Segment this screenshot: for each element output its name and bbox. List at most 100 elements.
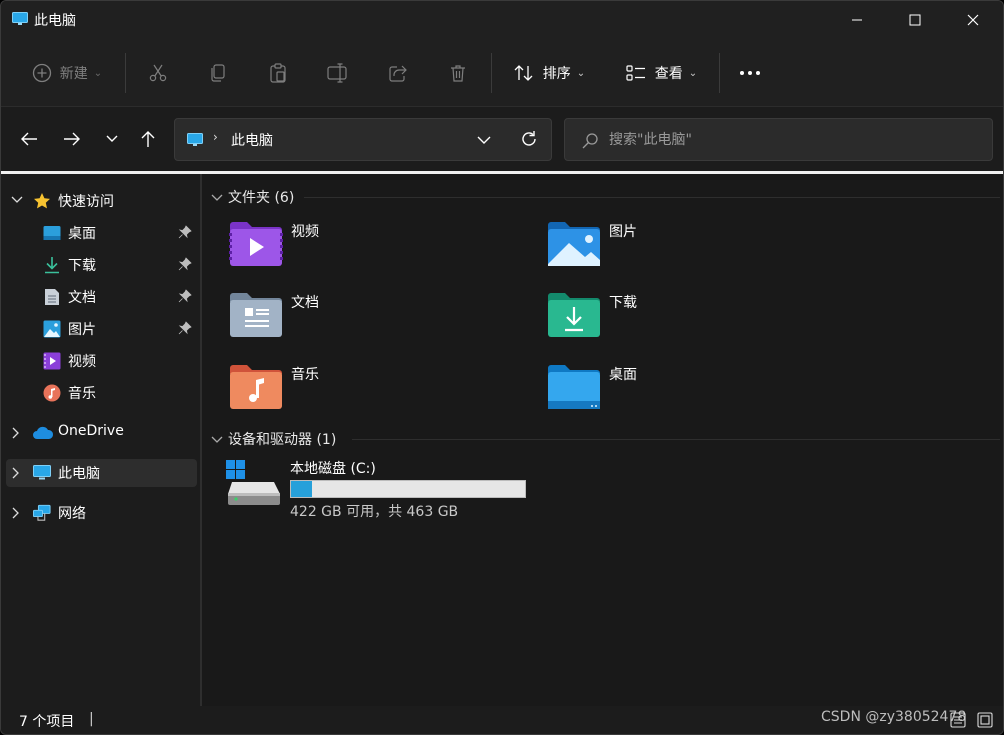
sidebar-item-label: 图片 [68,322,96,338]
this-pc-icon [12,12,28,25]
drive-name: 本地磁盘 (C:) [290,461,376,477]
network-icon [33,504,51,522]
this-pc-icon [33,464,51,482]
arrow-left-icon [21,132,37,146]
sidebar-item-videos[interactable]: 视频 [6,347,197,375]
folder-tile-pictures[interactable]: 图片 [547,221,847,279]
folder-name: 桌面 [609,367,637,383]
view-label: 查看 [654,66,683,82]
pin-icon[interactable] [178,257,192,271]
sort-button[interactable]: 排序 ⌄ [507,52,591,94]
up-button[interactable] [134,125,162,153]
arrow-right-icon [64,132,80,146]
sidebar-item-label: 桌面 [68,226,96,242]
sidebar-item-desktop[interactable]: 桌面 [6,219,197,247]
forward-button[interactable] [58,125,86,153]
details-view-button[interactable] [949,711,967,729]
videos-icon [43,352,61,370]
folder-tile-documents[interactable]: 文档 [229,292,529,350]
sidebar-item-pictures[interactable]: 图片 [6,315,197,343]
details-view-icon [950,712,966,728]
file-explorer-window: 此电脑 新建 ⌄ 排序 ⌄ 查看 ⌄ › 此电脑 搜索"此电脑" 快速访问 桌面… [0,0,1004,735]
watermark-text: CSDN @zy38052478 [821,709,967,725]
this-pc-icon [187,133,203,146]
sidebar-item-documents[interactable]: 文档 [6,283,197,311]
sidebar-item-quick-access[interactable]: 快速访问 [6,187,197,215]
desktop-folder-icon [548,365,600,409]
downloads-folder-icon [548,293,600,337]
toolbar-divider [125,53,126,93]
folder-tile-music[interactable]: 音乐 [229,364,529,422]
folders-group-header[interactable]: 文件夹 (6) [202,185,1002,209]
sidebar-item-onedrive[interactable]: OneDrive [6,419,197,447]
chevron-right-icon [12,467,19,479]
refresh-button[interactable] [519,129,539,153]
minimize-icon [852,19,862,21]
delete-button[interactable] [441,52,475,94]
pin-icon[interactable] [178,321,192,335]
music-icon [43,384,61,402]
recent-locations-button[interactable] [98,125,126,153]
share-icon [389,65,407,82]
sidebar-item-label: 快速访问 [58,194,114,210]
more-icon [740,71,760,75]
document-icon [43,288,61,306]
sidebar-item-label: 网络 [58,506,86,522]
back-button[interactable] [15,125,43,153]
folder-tile-desktop[interactable]: 桌面 [547,364,847,422]
sidebar-item-music[interactable]: 音乐 [6,379,197,407]
toolbar-divider [491,53,492,93]
scissors-icon [149,64,167,82]
search-input[interactable] [609,127,979,153]
star-icon [33,192,51,210]
videos-folder-icon [229,222,283,266]
close-button[interactable] [944,1,1002,39]
rename-button[interactable] [321,52,355,94]
new-label: 新建 [59,66,88,82]
view-button[interactable]: 查看 ⌄ [619,52,703,94]
copy-button[interactable] [201,52,235,94]
tiles-view-button[interactable] [976,711,994,729]
drive-size-text: 422 GB 可用，共 463 GB [290,504,459,520]
sidebar-item-network[interactable]: 网络 [6,499,197,527]
refresh-icon [522,131,536,146]
pin-icon[interactable] [178,289,192,303]
paste-button[interactable] [261,52,295,94]
cut-button[interactable] [141,52,175,94]
music-folder-icon [230,365,282,409]
maximize-button[interactable] [886,1,944,39]
cloud-icon [32,424,54,442]
status-bar: 7 个项目 | CSDN @zy38052478 [1,706,1003,734]
view-list-icon [626,65,645,81]
sidebar-item-label: 此电脑 [58,466,100,482]
command-bar: 新建 ⌄ 排序 ⌄ 查看 ⌄ [1,39,1003,107]
chevron-down-icon: ⌄ [688,67,698,79]
new-button[interactable]: 新建 ⌄ [25,52,109,94]
pin-icon[interactable] [178,225,192,239]
minimize-button[interactable] [828,1,886,39]
drive-tile-c[interactable]: 本地磁盘 (C:) 422 GB 可用，共 463 GB [226,458,546,524]
sort-label: 排序 [542,66,571,82]
status-separator: | [89,711,94,727]
folder-tile-downloads[interactable]: 下载 [547,292,847,350]
window-title: 此电脑 [34,13,76,29]
address-bar[interactable]: › 此电脑 [174,118,552,161]
group-divider [304,197,1000,198]
folder-tile-videos[interactable]: 视频 [229,221,529,279]
chevron-right-icon [12,427,19,439]
sidebar-item-this-pc[interactable]: 此电脑 [6,459,197,487]
chevron-right-icon [12,507,19,519]
hard-drive-icon [226,460,280,505]
share-button[interactable] [381,52,415,94]
more-button[interactable] [735,52,765,94]
search-box[interactable] [564,118,993,161]
arrow-up-icon [141,131,155,147]
tiles-view-icon [977,712,993,728]
devices-group-header[interactable]: 设备和驱动器 (1) [202,427,1002,451]
address-history-button[interactable] [477,130,491,154]
folder-name: 视频 [291,224,319,240]
drive-usage-fill [291,481,312,497]
breadcrumb[interactable]: 此电脑 [231,130,273,150]
sidebar-item-downloads[interactable]: 下载 [6,251,197,279]
sort-icon [514,65,533,81]
